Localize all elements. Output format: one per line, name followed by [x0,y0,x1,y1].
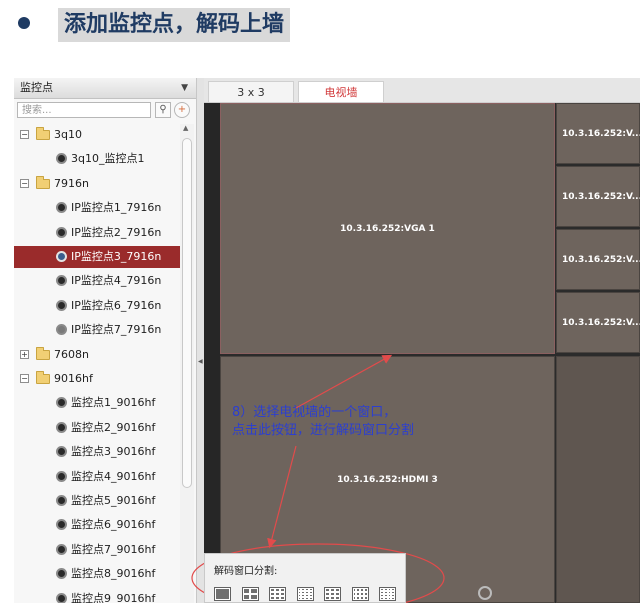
watermark-icon [478,586,492,600]
split-2x2-button[interactable] [241,587,259,601]
arrow-to-split-button [267,445,297,549]
decode-split-label: 解码窗口分割: [214,566,278,577]
decode-split-popup: 解码窗口分割: [204,553,406,603]
split-4x4-button[interactable] [379,587,396,601]
split-1x1-button[interactable] [214,587,231,601]
annotation-overlay [191,354,445,603]
split-4x3-button[interactable] [351,587,369,601]
split-1plus7-button[interactable] [296,587,314,601]
split-1plus5-button[interactable] [269,587,286,601]
split-3x3-button[interactable] [324,587,341,601]
arrow-to-wall-window [295,354,393,409]
